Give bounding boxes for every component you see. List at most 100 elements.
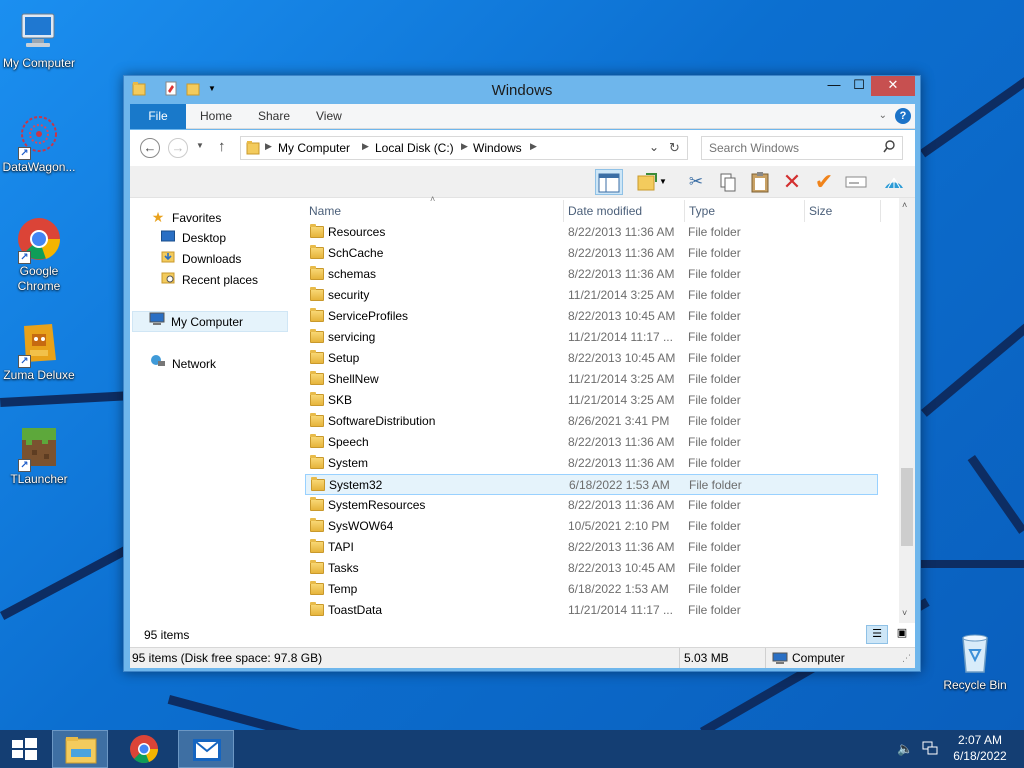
desktop-icon-datawagon[interactable]: ↗ DataWagon...: [0, 112, 78, 175]
file-row[interactable]: System 8/22/2013 11:36 AM File folder: [305, 453, 878, 474]
address-dropdown-icon[interactable]: ⌄: [649, 140, 659, 154]
maximize-button[interactable]: ☐: [846, 76, 872, 96]
breadcrumb-separator[interactable]: ▶: [530, 141, 537, 152]
chrome-icon: ↗: [16, 216, 62, 264]
status-text: 95 items (Disk free space: 97.8 GB): [132, 651, 323, 665]
forward-button[interactable]: →: [168, 138, 188, 158]
nav-desktop[interactable]: Desktop: [160, 228, 226, 249]
file-row[interactable]: ShellNew 11/21/2014 3:25 AM File folder: [305, 369, 878, 390]
file-row[interactable]: ToastData 11/21/2014 11:17 ... File folder: [305, 600, 878, 621]
file-row[interactable]: System32 6/18/2022 1:53 AM File folder: [305, 474, 878, 495]
search-icon[interactable]: [883, 140, 895, 157]
file-date: 8/22/2013 11:36 AM: [568, 498, 675, 512]
details-view-button[interactable]: ☰: [866, 625, 888, 644]
search-box[interactable]: [701, 136, 903, 160]
close-button[interactable]: ✕: [871, 76, 915, 96]
expand-ribbon-icon[interactable]: ⌄: [879, 110, 887, 121]
clock[interactable]: 2:07 AM 6/18/2022: [950, 732, 1010, 764]
file-row[interactable]: Temp 6/18/2022 1:53 AM File folder: [305, 579, 878, 600]
search-input[interactable]: [703, 138, 873, 158]
file-date: 8/22/2013 11:36 AM: [568, 456, 675, 470]
desktop-icon-zuma[interactable]: ↗ Zuma Deluxe: [0, 320, 78, 383]
recent-locations-icon[interactable]: ▼: [196, 141, 204, 150]
copy-icon[interactable]: [714, 169, 742, 195]
nav-network[interactable]: Network: [150, 354, 216, 375]
network-tray-icon[interactable]: [922, 740, 938, 759]
tab-view[interactable]: View: [302, 104, 356, 129]
breadcrumb-my-computer[interactable]: My Computer: [278, 141, 350, 155]
file-row[interactable]: servicing 11/21/2014 11:17 ... File folder: [305, 327, 878, 348]
paste-icon[interactable]: [746, 169, 774, 195]
tab-home[interactable]: Home: [186, 104, 246, 129]
file-row[interactable]: ServiceProfiles 8/22/2013 10:45 AM File fo…: [305, 306, 878, 327]
file-date: 8/22/2013 11:36 AM: [568, 246, 675, 260]
column-divider[interactable]: [880, 200, 881, 222]
shell-icon[interactable]: [880, 169, 908, 195]
file-row[interactable]: TAPI 8/22/2013 11:36 AM File folder: [305, 537, 878, 558]
file-row[interactable]: Tasks 8/22/2013 10:45 AM File folder: [305, 558, 878, 579]
file-row[interactable]: Speech 8/22/2013 11:36 AM File folder: [305, 432, 878, 453]
file-row[interactable]: Setup 8/22/2013 10:45 AM File folder: [305, 348, 878, 369]
tab-file[interactable]: File: [130, 104, 186, 129]
taskbar-file-explorer[interactable]: [52, 730, 108, 768]
delete-icon[interactable]: ✕: [778, 169, 806, 195]
breadcrumb-windows[interactable]: Windows: [473, 141, 522, 155]
nav-favorites[interactable]: ★ Favorites: [150, 207, 222, 228]
column-type[interactable]: Type: [687, 200, 802, 222]
cut-icon[interactable]: ✂: [682, 169, 710, 195]
nav-recent-places[interactable]: Recent places: [160, 270, 258, 291]
file-row[interactable]: security 11/21/2014 3:25 AM File folder: [305, 285, 878, 306]
desktop-icon-recycle-bin[interactable]: Recycle Bin: [936, 630, 1014, 693]
tab-share[interactable]: Share: [244, 104, 304, 129]
file-row[interactable]: SoftwareDistribution 8/26/2021 3:41 PM Fil…: [305, 411, 878, 432]
dropdown-arrow-icon[interactable]: ▼: [656, 169, 670, 195]
file-row[interactable]: SysWOW64 10/5/2021 2:10 PM File folder: [305, 516, 878, 537]
folder-icon: [310, 287, 324, 301]
file-date: 6/18/2022 1:53 AM: [569, 478, 670, 492]
scrollbar-thumb[interactable]: [901, 468, 913, 546]
resize-grip-icon[interactable]: ⋰: [902, 653, 911, 664]
help-button[interactable]: ?: [895, 108, 911, 124]
column-name[interactable]: Name: [307, 200, 561, 222]
desktop-icon-my-computer[interactable]: My Computer: [0, 8, 78, 71]
breadcrumb-local-disk[interactable]: Local Disk (C:): [375, 141, 454, 155]
desktop-icon-tlauncher[interactable]: ↗ TLauncher: [0, 424, 78, 487]
column-divider[interactable]: [563, 200, 564, 222]
folder-icon: [311, 477, 325, 491]
vertical-scrollbar[interactable]: ˄ ˅: [899, 198, 915, 623]
file-row[interactable]: Resources 8/22/2013 11:36 AM File folder: [305, 222, 878, 243]
file-row[interactable]: SKB 11/21/2014 3:25 AM File folder: [305, 390, 878, 411]
refresh-icon[interactable]: ↻: [669, 140, 680, 156]
scroll-up-icon[interactable]: ˄: [902, 200, 907, 210]
minimize-button[interactable]: —: [821, 76, 847, 96]
scroll-down-icon[interactable]: ˅: [902, 608, 907, 618]
desktop-icon-chrome[interactable]: ↗ Google Chrome: [0, 216, 78, 294]
column-divider[interactable]: [804, 200, 805, 222]
file-row[interactable]: SchCache 8/22/2013 11:36 AM File folder: [305, 243, 878, 264]
column-size[interactable]: Size: [807, 200, 877, 222]
large-icons-view-button[interactable]: ▣: [891, 625, 913, 644]
up-button[interactable]: ↑: [218, 138, 226, 155]
folder-icon: [310, 413, 324, 427]
start-button[interactable]: [0, 730, 48, 768]
preview-pane-button[interactable]: [595, 169, 623, 195]
breadcrumb-separator[interactable]: ▶: [265, 141, 272, 152]
title-bar[interactable]: ▼ Windows — ☐ ✕: [124, 76, 920, 104]
file-row[interactable]: SystemResources 8/22/2013 11:36 AM File fo…: [305, 495, 878, 516]
taskbar-mail[interactable]: [178, 730, 234, 768]
file-date: 8/22/2013 11:36 AM: [568, 435, 675, 449]
rename-icon[interactable]: [842, 169, 870, 195]
taskbar-chrome[interactable]: [116, 730, 172, 768]
breadcrumb-separator[interactable]: ▶: [461, 141, 468, 152]
column-date-modified[interactable]: Date modified: [566, 200, 681, 222]
checkmark-icon[interactable]: ✔: [810, 169, 838, 195]
nav-downloads[interactable]: Downloads: [160, 249, 241, 270]
back-button[interactable]: ←: [140, 138, 160, 158]
column-divider[interactable]: [684, 200, 685, 222]
breadcrumb-separator[interactable]: ▶: [362, 141, 369, 152]
nav-my-computer[interactable]: My Computer: [132, 311, 288, 332]
address-bar[interactable]: ▶ My Computer ▶ Local Disk (C:) ▶ Window…: [240, 136, 688, 160]
volume-muted-icon[interactable]: 🔈: [897, 741, 913, 757]
file-name: ShellNew: [328, 372, 379, 386]
file-row[interactable]: schemas 8/22/2013 11:36 AM File folder: [305, 264, 878, 285]
